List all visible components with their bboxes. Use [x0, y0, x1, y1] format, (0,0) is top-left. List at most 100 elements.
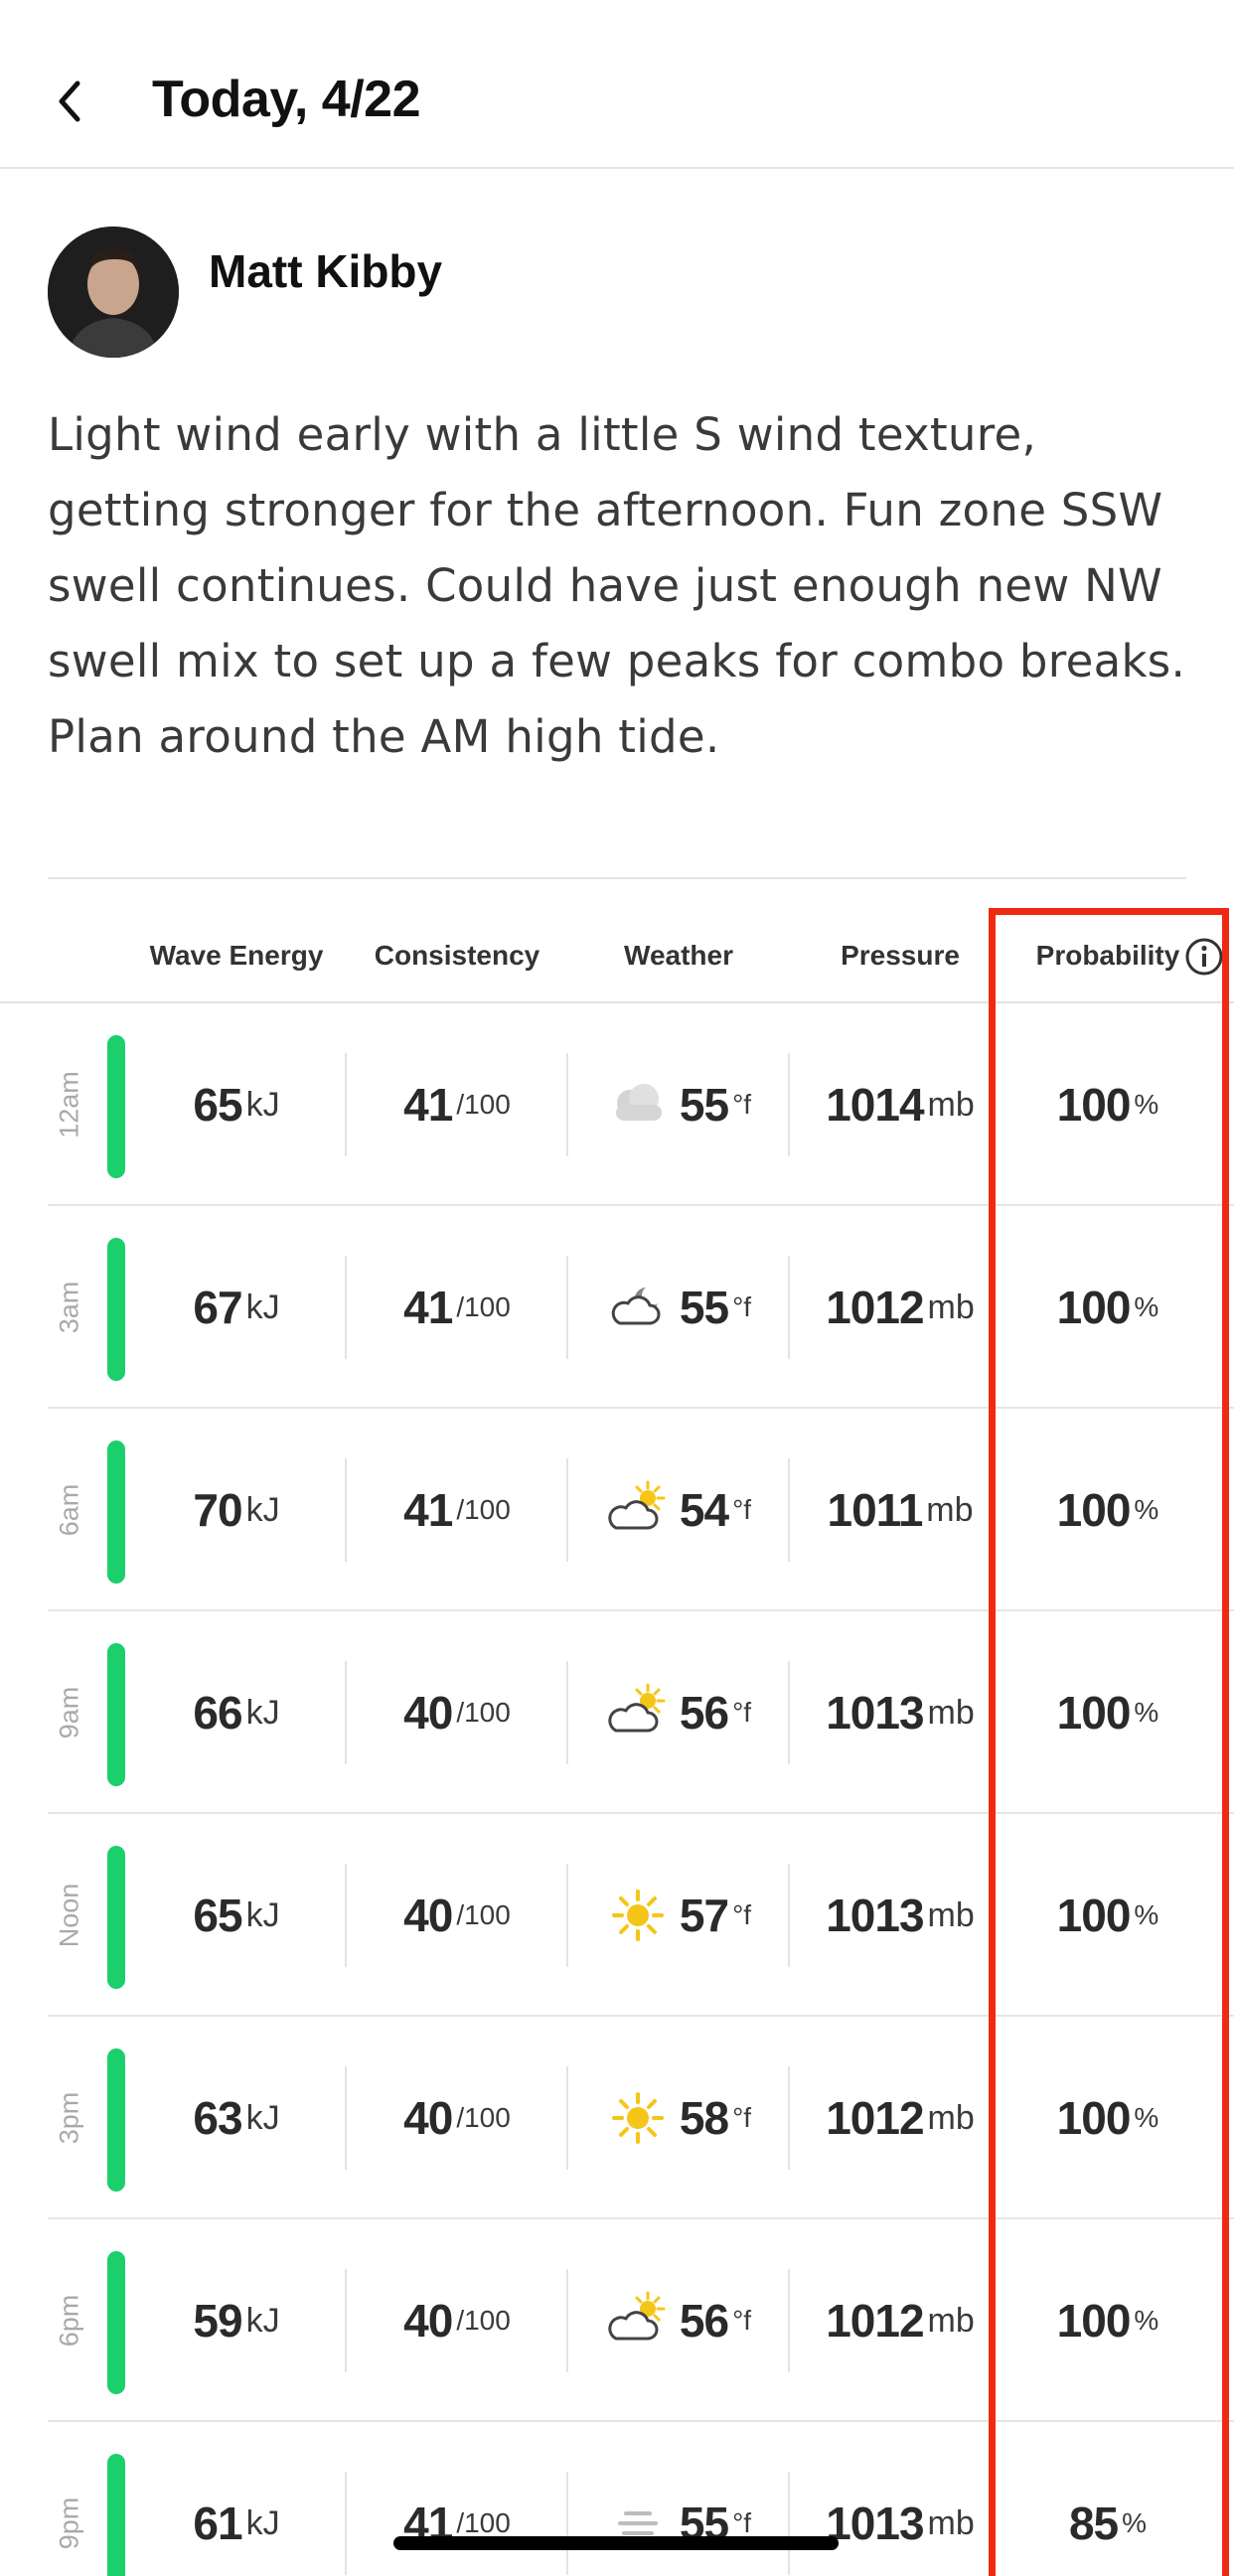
weather-cell: 55 °f — [581, 2422, 776, 2576]
column-divider — [566, 1053, 568, 1156]
avatar — [48, 227, 179, 358]
consistency-cell: 41/100 — [360, 1003, 554, 1206]
wave-energy-unit: kJ — [245, 1085, 280, 1124]
wave-energy-value: 59 — [193, 2295, 242, 2347]
column-divider — [788, 1053, 790, 1156]
temperature-unit: °f — [732, 2102, 752, 2133]
pressure-unit: mb — [927, 1085, 975, 1124]
weather-cell: 56 °f — [581, 1611, 776, 1814]
column-divider — [788, 2066, 790, 2170]
temperature-unit: °f — [732, 1697, 752, 1728]
sunny-icon — [606, 1884, 670, 1947]
weather-cell: 55 °f — [581, 1206, 776, 1409]
forecaster-name: Matt Kibby — [209, 245, 443, 297]
row-time: 3pm — [54, 2091, 84, 2145]
column-divider — [566, 1458, 568, 1562]
wave-energy-cell: 67 kJ — [139, 1206, 334, 1409]
divider — [48, 877, 1186, 879]
wave-energy-cell: 65 kJ — [139, 1003, 334, 1206]
temperature-unit: °f — [732, 2507, 752, 2538]
pressure-value: 1014 — [826, 1079, 924, 1131]
column-header-weather: Weather — [624, 940, 733, 971]
consistency-cell: 40/100 — [360, 1611, 554, 1814]
energy-indicator-bar — [107, 1643, 125, 1786]
consistency-cell: 40/100 — [360, 1814, 554, 2017]
row-time: 12am — [54, 1071, 84, 1138]
wave-energy-value: 66 — [193, 1687, 242, 1739]
consistency-value: 40 — [403, 1890, 453, 1941]
row-time: 3am — [54, 1281, 84, 1334]
temperature-unit: °f — [732, 2305, 752, 2336]
energy-indicator-bar — [107, 1440, 125, 1584]
temperature-unit: °f — [732, 1291, 752, 1322]
weather-cell: 55 °f — [581, 1003, 776, 1206]
back-button[interactable] — [50, 72, 99, 131]
column-divider — [345, 1256, 347, 1359]
row-time: 6am — [54, 1483, 84, 1537]
consistency-unit: /100 — [456, 2507, 511, 2538]
weather-cell: 56 °f — [581, 2219, 776, 2422]
column-header-wave-energy: Wave Energy — [149, 940, 324, 971]
wave-energy-unit: kJ — [245, 2503, 280, 2542]
pressure-unit: mb — [927, 1895, 975, 1934]
pressure-cell: 1013 mb — [803, 1611, 998, 1814]
consistency-unit: /100 — [456, 1899, 511, 1930]
wave-energy-value: 67 — [193, 1282, 242, 1333]
chevron-left-icon — [59, 80, 80, 122]
consistency-value: 40 — [403, 1687, 453, 1739]
column-divider — [566, 1256, 568, 1359]
sunny-icon — [606, 2086, 670, 2150]
temperature-value: 55 — [679, 1282, 729, 1333]
home-indicator[interactable] — [393, 2536, 839, 2550]
pressure-unit: mb — [927, 2098, 975, 2137]
column-header-consistency: Consistency — [374, 940, 540, 971]
column-divider — [788, 1661, 790, 1764]
pressure-unit: mb — [927, 2301, 975, 2340]
temperature-value: 57 — [679, 1890, 729, 1941]
consistency-unit: /100 — [456, 2305, 511, 2336]
temperature-value: 55 — [679, 1079, 729, 1131]
consistency-unit: /100 — [456, 1494, 511, 1525]
column-divider — [788, 1256, 790, 1359]
partly-cloudy-day-icon — [606, 2289, 670, 2352]
consistency-unit: /100 — [456, 1089, 511, 1120]
forecaster: Matt Kibby — [48, 227, 942, 360]
consistency-unit: /100 — [456, 2102, 511, 2133]
column-divider — [788, 2472, 790, 2575]
wave-energy-value: 63 — [193, 2092, 242, 2144]
column-divider — [566, 1661, 568, 1764]
wave-energy-unit: kJ — [245, 1288, 280, 1326]
consistency-unit: /100 — [456, 1697, 511, 1728]
column-divider — [345, 1661, 347, 1764]
pressure-cell: 1014 mb — [803, 1003, 998, 1206]
wave-energy-unit: kJ — [245, 2098, 280, 2137]
energy-indicator-bar — [107, 1846, 125, 1989]
weather-cell: 54 °f — [581, 1409, 776, 1611]
temperature-unit: °f — [732, 1494, 752, 1525]
wave-energy-cell: 61 kJ — [139, 2422, 334, 2576]
probability-column-highlight — [989, 908, 1229, 2576]
temperature-value: 56 — [679, 2295, 729, 2347]
wave-energy-cell: 63 kJ — [139, 2017, 334, 2219]
pressure-value: 1013 — [826, 1687, 924, 1739]
temperature-unit: °f — [732, 1089, 752, 1120]
column-divider — [345, 1458, 347, 1562]
page-title: Today, 4/22 — [152, 71, 421, 128]
consistency-value: 40 — [403, 2295, 453, 2347]
energy-indicator-bar — [107, 2251, 125, 2394]
pressure-cell: 1012 mb — [803, 2017, 998, 2219]
column-divider — [345, 1864, 347, 1967]
pressure-cell: 1013 mb — [803, 2422, 998, 2576]
consistency-value: 41 — [403, 1484, 453, 1536]
wave-energy-unit: kJ — [245, 1895, 280, 1934]
partly-cloudy-night-icon — [606, 1276, 670, 1339]
consistency-value: 41 — [403, 1079, 453, 1131]
pressure-unit: mb — [927, 2503, 975, 2542]
weather-cell: 57 °f — [581, 1814, 776, 2017]
temperature-value: 54 — [679, 1484, 729, 1536]
cloudy-icon — [606, 1073, 670, 1136]
pressure-unit: mb — [926, 1490, 974, 1529]
temperature-unit: °f — [732, 1899, 752, 1930]
column-divider — [345, 2066, 347, 2170]
pressure-value: 1011 — [827, 1484, 923, 1536]
